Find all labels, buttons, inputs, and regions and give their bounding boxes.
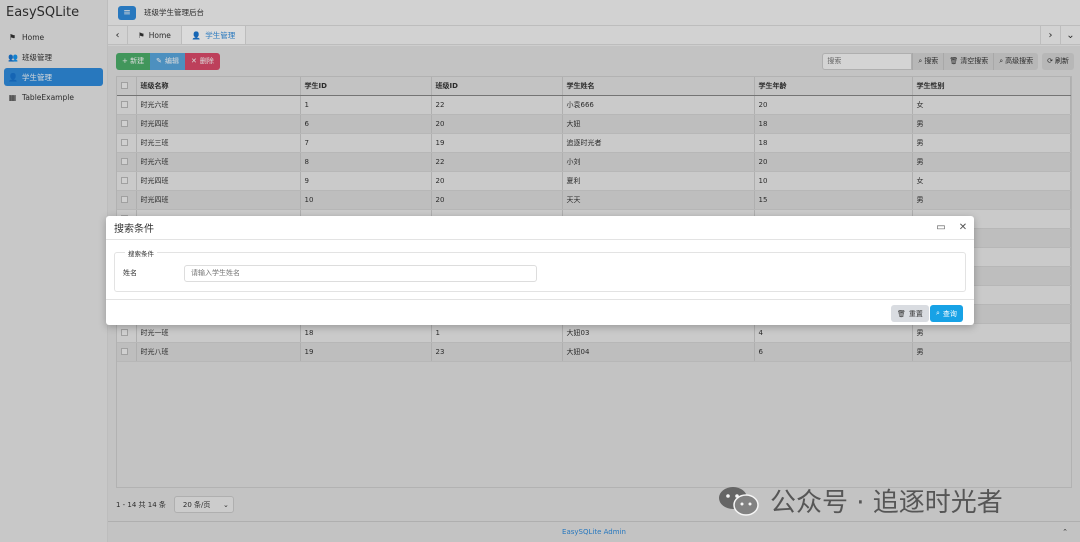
close-icon: ✕ <box>958 222 968 233</box>
query-button[interactable]: ⌕ 查询 <box>930 305 963 322</box>
fieldset-legend: 搜索条件 <box>125 248 157 258</box>
search-icon: ⌕ <box>936 309 940 317</box>
reset-label: 重置 <box>908 309 923 318</box>
watermark: 公众号 · 追逐时光者 <box>718 482 1003 519</box>
reset-button[interactable]: 🗑 重置 <box>891 305 929 322</box>
wechat-icon <box>719 486 759 516</box>
query-label: 查询 <box>942 309 957 318</box>
maximize-button[interactable]: ▭ <box>930 222 952 233</box>
trash-icon: 🗑 <box>897 309 906 318</box>
modal-footer: 🗑 重置 ⌕ 查询 <box>106 299 974 325</box>
close-button[interactable]: ✕ <box>952 222 974 233</box>
search-fieldset: 搜索条件 姓名 <box>114 248 966 292</box>
modal-title: 搜索条件 <box>114 224 154 235</box>
search-modal: 搜索条件 ▭ ✕ 搜索条件 姓名 🗑 重置 ⌕ 查询 <box>106 216 974 325</box>
name-field-label: 姓名 <box>123 269 137 277</box>
watermark-text: 公众号 · 追逐时光者 <box>770 488 1003 518</box>
maximize-icon: ▭ <box>936 222 946 233</box>
modal-header: 搜索条件 ▭ ✕ <box>106 216 974 240</box>
student-name-input[interactable] <box>184 265 537 282</box>
